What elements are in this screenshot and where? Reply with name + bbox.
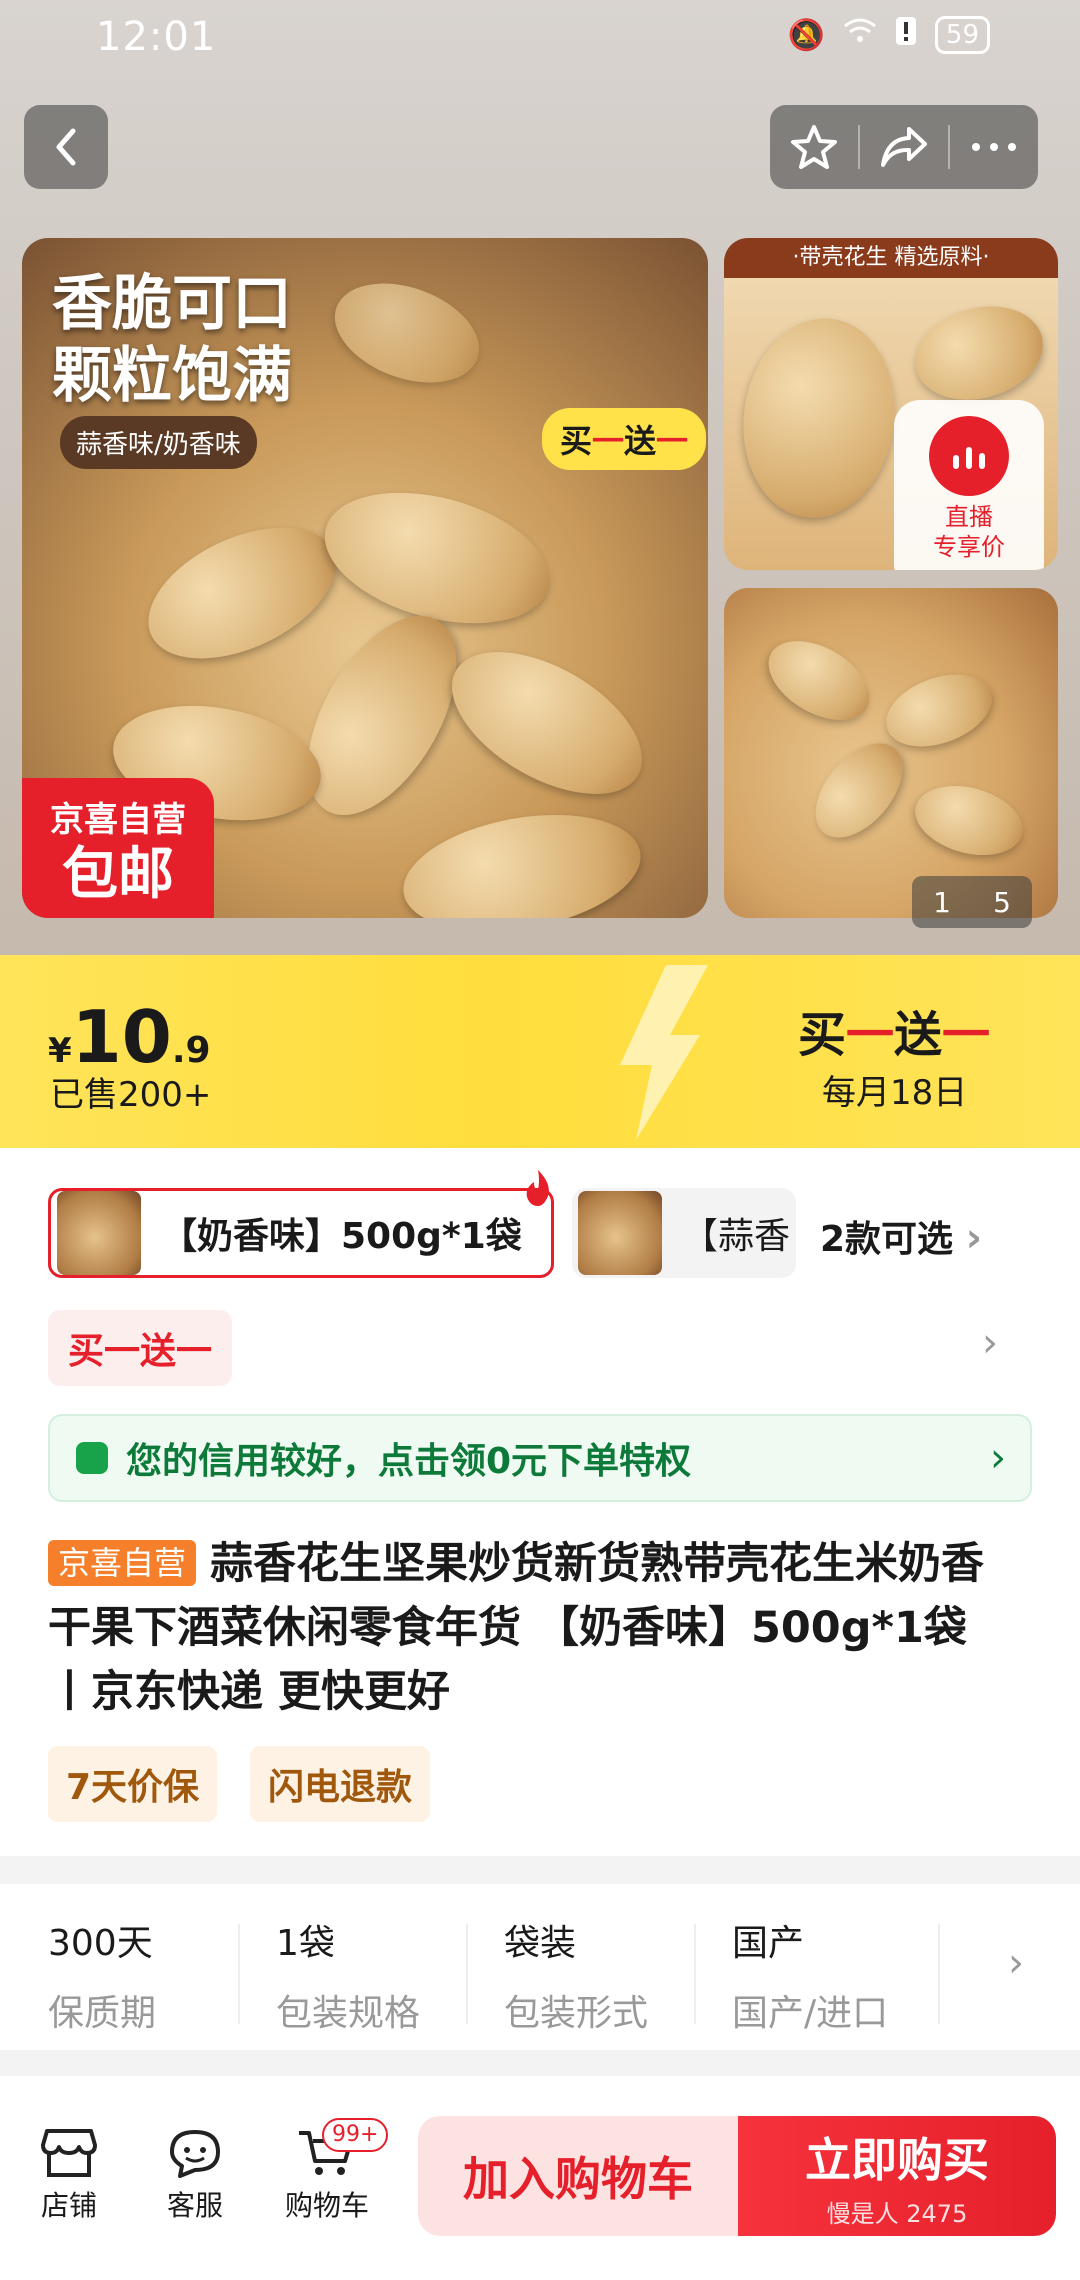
spec-item: 国产 国产/进口	[732, 1923, 889, 2034]
free-shipping-badge: 京喜自营 包邮	[22, 778, 214, 918]
star-icon	[791, 125, 837, 169]
price-banner: ¥10.9 已售200+ 买一送一 每月18日	[0, 955, 1080, 1148]
hot-icon	[526, 1170, 549, 1206]
spec-row[interactable]: 300天 保质期 1袋 包装规格 袋装 包装形式 国产 国产/进口 ›	[0, 1884, 1080, 2050]
main-product-image[interactable]: 香脆可口 颗粒饱满 蒜香味/奶香味 买一送一 京喜自营 包邮	[22, 238, 708, 918]
divider	[938, 1924, 940, 2024]
status-time: 12:01	[96, 14, 217, 60]
variant-label: 【奶香味】500g*1袋	[161, 1216, 522, 1257]
sold-count: 已售200+	[50, 1075, 212, 1115]
product-title: 京喜自营 蒜香花生坚果炒货新货熟带壳花生米奶香干果下酒菜休闲零食年货 【奶香味】5…	[48, 1539, 985, 1717]
image-headline: 香脆可口 颗粒饱满	[52, 269, 292, 411]
divider	[466, 1924, 468, 2024]
image-header: ·带壳花生 精选原料·	[792, 245, 990, 270]
secondary-product-image[interactable]: ·带壳花生 精选原料· 直播 专享价	[724, 238, 1058, 570]
chevron-right-icon[interactable]: ›	[982, 1320, 998, 1366]
chevron-right-icon: ›	[990, 1435, 1006, 1481]
image-bogo-badge: 买一送一	[542, 408, 707, 470]
chevron-right-icon: ›	[965, 1215, 983, 1261]
promo-title: 买一送一	[798, 1007, 991, 1063]
favorite-button[interactable]	[770, 105, 858, 189]
back-button[interactable]	[24, 105, 108, 189]
variant-option[interactable]: 【蒜香	[572, 1188, 796, 1278]
live-icon	[929, 416, 1009, 496]
chevron-left-icon	[56, 128, 76, 166]
spec-item: 1袋 包装规格	[276, 1923, 421, 2034]
tertiary-product-image[interactable]	[724, 588, 1058, 918]
variant-count[interactable]: 2款可选 ›	[820, 1210, 982, 1262]
image-pager: 1 5	[912, 876, 1032, 928]
seller-tag: 京喜自营	[48, 1540, 197, 1586]
variant-label: 【蒜香	[682, 1216, 791, 1257]
spec-item: 袋装 包装形式	[504, 1923, 649, 2034]
mute-icon: 🔕	[787, 17, 825, 53]
store-icon	[41, 2129, 97, 2177]
buy-now-button[interactable]: 立即购买 慢是人 2475	[738, 2116, 1056, 2236]
promo-tag[interactable]: 买一送一	[48, 1310, 233, 1386]
share-button[interactable]	[860, 105, 948, 189]
wifi-icon	[843, 17, 877, 53]
product-gallery: 12:01 🔕 59 香脆可口 颗粒饱满 蒜香味/奶香味 买一送一 京喜自营 包…	[0, 0, 1080, 955]
credit-text: 您的信用较好，点击领0元下单特权	[126, 1441, 692, 1482]
divider	[238, 1924, 240, 2024]
alert-icon	[895, 16, 917, 54]
cart-count-badge: 99+	[322, 2118, 389, 2152]
service-tag[interactable]: 闪电退款	[250, 1746, 431, 1822]
divider	[694, 1924, 696, 2024]
action-group	[770, 105, 1038, 189]
more-icon	[972, 143, 1016, 151]
variant-thumbnail	[578, 1191, 662, 1275]
variant-selected[interactable]: 【奶香味】500g*1袋	[48, 1188, 554, 1278]
promo-date: 每月18日	[822, 1073, 968, 1113]
bottom-action-bar: 店铺 客服 购物车 99+ 加入购物车 立即购买 慢是人 2475	[0, 2076, 1080, 2280]
battery-indicator: 59	[934, 16, 990, 54]
shop-button[interactable]: 店铺	[14, 2122, 124, 2224]
flavor-pill: 蒜香味/奶香味	[60, 416, 257, 469]
customer-service-button[interactable]: 客服	[140, 2122, 250, 2224]
service-tag[interactable]: 7天价保	[48, 1746, 218, 1822]
live-price-badge[interactable]: 直播 专享价	[894, 400, 1044, 570]
shopping-bag-icon	[76, 1442, 108, 1474]
variant-thumbnail	[57, 1191, 141, 1275]
product-info: 【奶香味】500g*1袋 【蒜香 2款可选 › 买一送一 › 您的信用较好，点击…	[0, 1148, 1080, 1856]
status-icons: 🔕 59	[788, 16, 990, 54]
chevron-right-icon: ›	[1008, 1940, 1024, 1986]
chat-icon	[170, 2130, 220, 2178]
credit-banner[interactable]: 您的信用较好，点击领0元下单特权 ›	[48, 1414, 1032, 1502]
spec-item: 300天 保质期	[48, 1923, 157, 2034]
add-to-cart-button[interactable]: 加入购物车	[418, 2116, 738, 2236]
share-icon	[881, 127, 927, 167]
more-button[interactable]	[950, 105, 1038, 189]
lightning-icon	[620, 965, 708, 1140]
